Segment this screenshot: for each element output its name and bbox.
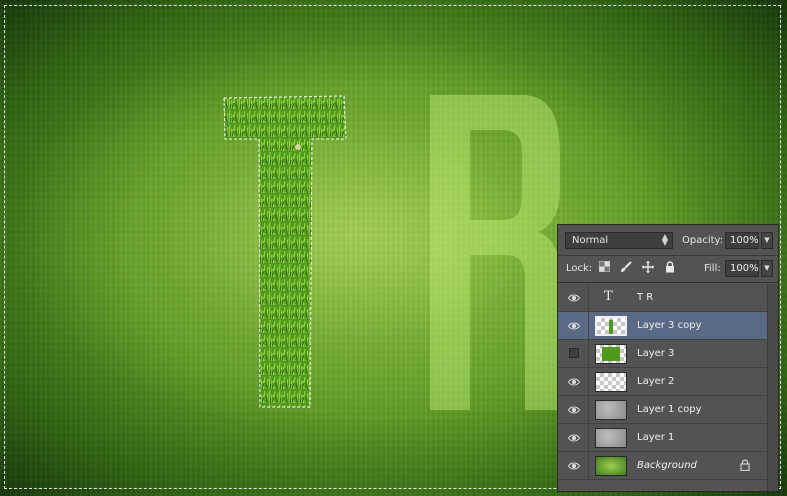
layer-row-selected[interactable]: Layer 3 copy bbox=[558, 312, 768, 340]
layer-name: T R bbox=[637, 292, 654, 303]
opacity-value: 100% bbox=[730, 235, 759, 246]
layer-row[interactable]: Background bbox=[558, 452, 768, 480]
fill-input[interactable]: 100% bbox=[725, 260, 759, 277]
lock-transparent-icon[interactable] bbox=[598, 261, 610, 274]
layer-name: Layer 1 copy bbox=[637, 404, 702, 415]
divider bbox=[558, 255, 778, 256]
layer-name: Layer 3 bbox=[637, 348, 675, 359]
divider bbox=[558, 282, 778, 283]
layer-thumbnail bbox=[595, 428, 627, 448]
layer-row[interactable]: Layer 3 bbox=[558, 340, 768, 368]
layer-name: Layer 1 bbox=[637, 432, 675, 443]
divider bbox=[588, 312, 589, 339]
divider bbox=[588, 424, 589, 451]
layer-name: Layer 3 copy bbox=[637, 320, 702, 331]
layer-row[interactable]: Layer 1 copy bbox=[558, 396, 768, 424]
text-layer-icon: T bbox=[604, 289, 613, 304]
eye-icon[interactable] bbox=[568, 292, 580, 304]
chevron-down-icon: ▼ bbox=[764, 264, 770, 272]
divider bbox=[588, 396, 589, 423]
layer-name: Background bbox=[637, 460, 697, 471]
layer-row[interactable]: T T R bbox=[558, 284, 768, 312]
divider bbox=[588, 452, 589, 479]
eye-icon[interactable] bbox=[568, 320, 580, 332]
divider bbox=[588, 368, 589, 395]
updown-arrows-icon: ▲ ▼ bbox=[661, 232, 668, 247]
lock-icon bbox=[740, 459, 750, 471]
layer-thumbnail bbox=[595, 456, 627, 476]
eye-icon[interactable] bbox=[568, 404, 580, 416]
eye-icon[interactable] bbox=[568, 460, 580, 472]
blend-mode-select[interactable]: Normal ▲ ▼ bbox=[565, 232, 673, 249]
lock-all-icon[interactable] bbox=[664, 261, 676, 274]
lock-label: Lock: bbox=[566, 263, 593, 274]
layer-thumbnail bbox=[595, 372, 627, 392]
layers-panel: Normal ▲ ▼ Opacity: 100% ▼ Lock: Fill: 10… bbox=[557, 224, 779, 492]
divider bbox=[588, 284, 589, 311]
layer-row[interactable]: Layer 1 bbox=[558, 424, 768, 452]
layer-row[interactable]: Layer 2 bbox=[558, 368, 768, 396]
eye-icon[interactable] bbox=[568, 432, 580, 444]
layers-list: T T R Layer 3 copy Layer 3 Layer 2 Layer… bbox=[558, 284, 768, 480]
layer-thumbnail bbox=[595, 316, 627, 336]
eye-icon[interactable] bbox=[568, 376, 580, 388]
blend-mode-value: Normal bbox=[572, 235, 609, 246]
fill-value: 100% bbox=[730, 263, 759, 274]
fill-label: Fill: bbox=[704, 263, 721, 274]
opacity-dropdown-button[interactable]: ▼ bbox=[761, 232, 773, 249]
photoshop-workspace: Normal ▲ ▼ Opacity: 100% ▼ Lock: Fill: 10… bbox=[0, 0, 787, 496]
opacity-input[interactable]: 100% bbox=[725, 232, 759, 249]
lock-move-icon[interactable] bbox=[642, 261, 654, 274]
visibility-toggle[interactable] bbox=[569, 348, 579, 358]
layer-thumbnail bbox=[595, 344, 627, 364]
fill-dropdown-button[interactable]: ▼ bbox=[761, 260, 773, 277]
layer-name: Layer 2 bbox=[637, 376, 675, 387]
divider bbox=[588, 340, 589, 367]
lock-paint-icon[interactable] bbox=[620, 261, 632, 274]
layers-scrollbar[interactable] bbox=[767, 284, 778, 491]
layer-thumbnail bbox=[595, 400, 627, 420]
chevron-down-icon: ▼ bbox=[764, 236, 770, 244]
opacity-label: Opacity: bbox=[682, 235, 724, 246]
